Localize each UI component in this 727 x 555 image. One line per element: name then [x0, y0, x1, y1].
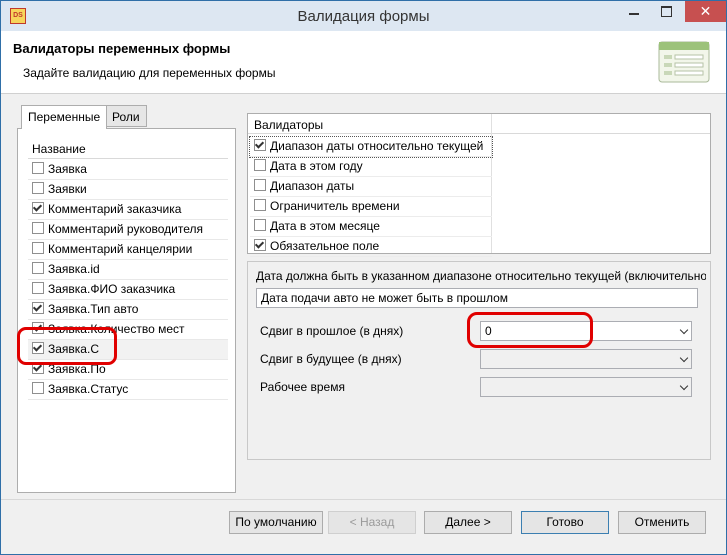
annotation-highlight: [17, 327, 117, 365]
column-header-name[interactable]: Название: [28, 139, 228, 159]
title-bar: DS Валидация формы ✕: [1, 1, 726, 31]
validator-item[interactable]: Диапазон даты относительно текущей: [249, 136, 493, 158]
footer-divider: [1, 499, 726, 500]
variables-panel: Переменные Роли Название Заявка Заявки Ком…: [17, 105, 236, 495]
variable-item[interactable]: Заявка.id: [28, 260, 228, 280]
variable-item[interactable]: Заявка.Тип авто: [28, 300, 228, 320]
validator-item[interactable]: Дата в этом году: [250, 157, 492, 177]
chevron-down-icon: [679, 353, 689, 363]
validator-item-label: Диапазон даты: [270, 179, 355, 193]
checkbox[interactable]: [254, 139, 266, 151]
variable-item[interactable]: Заявка.ФИО заказчика: [28, 280, 228, 300]
variable-item-label: Заявка.Статус: [48, 382, 129, 396]
variable-item[interactable]: Комментарий канцелярии: [28, 240, 228, 260]
variable-item-label: Заявка.Тип авто: [48, 302, 139, 316]
variable-item-label: Заявка.id: [48, 262, 100, 276]
done-button[interactable]: Готово: [521, 511, 609, 534]
future-shift-select[interactable]: [480, 349, 692, 369]
validator-item-label: Обязательное поле: [270, 239, 380, 253]
validators-header: Валидаторы: [248, 114, 710, 134]
future-shift-label: Сдвиг в будущее (в днях): [260, 352, 402, 366]
checkbox[interactable]: [32, 182, 44, 194]
dialog-window: DS Валидация формы ✕ Валидаторы переменн…: [0, 0, 727, 555]
validator-item[interactable]: Обязательное поле: [250, 237, 492, 257]
checkbox[interactable]: [32, 302, 44, 314]
checkbox[interactable]: [254, 239, 266, 251]
chevron-down-icon: [679, 325, 689, 335]
checkbox[interactable]: [32, 242, 44, 254]
variable-item-label: Комментарий руководителя: [48, 222, 204, 236]
validator-description: Дата должна быть в указанном диапазоне о…: [256, 269, 706, 283]
next-button[interactable]: Далее >: [424, 511, 512, 534]
variable-item[interactable]: Комментарий заказчика: [28, 200, 228, 220]
variable-item-label: Заявки: [48, 182, 87, 196]
form-icon: [658, 41, 710, 83]
validator-item-label: Ограничитель времени: [270, 199, 400, 213]
variable-item[interactable]: Заявки: [28, 180, 228, 200]
variable-item[interactable]: Комментарий руководителя: [28, 220, 228, 240]
error-message-field[interactable]: Дата подачи авто не может быть в прошлом: [256, 288, 698, 308]
variable-item-label: Заявка: [48, 162, 87, 176]
validator-item[interactable]: Ограничитель времени: [250, 197, 492, 217]
checkbox[interactable]: [32, 202, 44, 214]
maximize-icon[interactable]: [653, 1, 681, 23]
worktime-label: Рабочее время: [260, 380, 345, 394]
variables-tab-body: Название Заявка Заявки Комментарий заказчи…: [17, 128, 236, 493]
checkbox[interactable]: [32, 382, 44, 394]
header-subtitle: Задайте валидацию для переменных формы: [23, 66, 276, 80]
tab-variables[interactable]: Переменные: [21, 105, 108, 129]
validator-item[interactable]: Дата в этом месяце: [250, 217, 492, 237]
validator-item[interactable]: Диапазон даты: [250, 177, 492, 197]
default-button[interactable]: По умолчанию: [229, 511, 323, 534]
checkbox[interactable]: [32, 162, 44, 174]
past-shift-label: Сдвиг в прошлое (в днях): [260, 324, 404, 338]
checkbox[interactable]: [32, 222, 44, 234]
validator-settings: Дата должна быть в указанном диапазоне о…: [247, 261, 711, 460]
checkbox[interactable]: [32, 262, 44, 274]
worktime-select[interactable]: [480, 377, 692, 397]
chevron-down-icon: [679, 381, 689, 391]
validator-item-label: Дата в этом году: [270, 159, 363, 173]
close-icon[interactable]: ✕: [685, 1, 726, 22]
variable-item-label: Комментарий канцелярии: [48, 242, 193, 256]
cancel-button[interactable]: Отменить: [618, 511, 706, 534]
variable-item[interactable]: Заявка: [28, 160, 228, 180]
tab-roles[interactable]: Роли: [105, 105, 147, 127]
annotation-highlight: [467, 312, 593, 348]
checkbox[interactable]: [254, 199, 266, 211]
checkbox[interactable]: [32, 282, 44, 294]
checkbox[interactable]: [254, 219, 266, 231]
validators-list: Диапазон даты относительно текущей Дата в…: [249, 136, 493, 257]
variable-item-label: Комментарий заказчика: [48, 202, 182, 216]
checkbox[interactable]: [254, 179, 266, 191]
validator-item-label: Дата в этом месяце: [270, 219, 380, 233]
variable-item[interactable]: Заявка.Статус: [28, 380, 228, 400]
minimize-icon[interactable]: [620, 1, 648, 23]
back-button[interactable]: < Назад: [328, 511, 416, 534]
header-title: Валидаторы переменных формы: [13, 41, 231, 56]
validator-item-label: Диапазон даты относительно текущей: [270, 139, 484, 153]
wizard-header: Валидаторы переменных формы Задайте вали…: [1, 31, 726, 94]
window-title: Валидация формы: [297, 8, 430, 25]
variable-item-label: Заявка.ФИО заказчика: [48, 282, 176, 296]
checkbox[interactable]: [254, 159, 266, 171]
validators-panel: Валидаторы Диапазон даты относительно те…: [247, 113, 711, 257]
